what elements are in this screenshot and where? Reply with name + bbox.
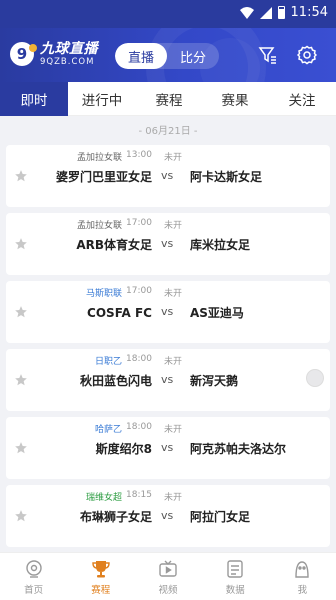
date-label: - 06月21日 - xyxy=(138,126,198,137)
tab-in-progress[interactable]: 进行中 xyxy=(68,82,136,116)
home-team: 婆罗门巴里亚女足 xyxy=(56,169,153,184)
nav-profile-label: 我 xyxy=(297,585,308,596)
battery-icon xyxy=(277,6,285,19)
status-time: 11:54 xyxy=(290,5,328,20)
nav-video[interactable]: 视频 xyxy=(134,553,201,600)
nav-home-label: 首页 xyxy=(24,585,44,596)
segment-score[interactable]: 比分 xyxy=(167,43,219,69)
tab-live[interactable]: 即时 xyxy=(0,82,68,116)
star-icon[interactable] xyxy=(14,373,28,387)
gear-icon[interactable] xyxy=(297,45,317,65)
match-card[interactable]: 孟加拉女联 17:00 未开 ARB体育女足 vs 库米拉女足 xyxy=(6,213,330,275)
nav-video-label: 视频 xyxy=(158,585,178,596)
vs-label: vs xyxy=(161,237,174,250)
vs-label: vs xyxy=(161,305,174,318)
home-icon xyxy=(25,560,42,578)
away-team: 库米拉女足 xyxy=(190,237,251,252)
star-icon[interactable] xyxy=(14,441,28,455)
match-status: 未开 xyxy=(164,493,183,503)
nav-schedule[interactable]: 赛程 xyxy=(67,553,134,600)
match-time: 18:15 xyxy=(126,490,152,500)
home-team: 斯度绍尔8 xyxy=(95,441,152,456)
match-time: 17:00 xyxy=(126,286,152,296)
vs-label: vs xyxy=(161,509,174,522)
profile-icon xyxy=(295,561,310,578)
filter-icon[interactable] xyxy=(258,45,278,65)
app-header: 9 九球直播 9QZB.COM 直播 比分 xyxy=(0,28,336,82)
logo-badge: 9 xyxy=(10,42,37,67)
match-card[interactable]: 孟加拉女联 13:00 未开 婆罗门巴里亚女足 vs 阿卡达斯女足 xyxy=(6,145,330,207)
match-card[interactable]: 日职乙 18:00 未开 秋田蓝色闪电 vs 新泻天鹅 xyxy=(6,349,330,411)
tab-following[interactable]: 关注 xyxy=(268,82,336,116)
match-tabs: 即时 进行中 赛程 赛果 关注 xyxy=(0,82,336,116)
star-icon[interactable] xyxy=(14,305,28,319)
trophy-icon xyxy=(92,561,110,578)
app-logo: 9 九球直播 9QZB.COM xyxy=(10,42,98,67)
status-bar: 11:54 xyxy=(0,0,336,28)
match-status: 未开 xyxy=(164,221,183,231)
anchor-avatar[interactable] xyxy=(306,369,324,387)
match-time: 18:00 xyxy=(126,422,152,432)
video-icon xyxy=(159,560,177,577)
away-team: 阿克苏帕夫洛达尔 xyxy=(190,441,287,456)
match-status: 未开 xyxy=(164,289,183,299)
away-team: 新泻天鹅 xyxy=(190,373,239,388)
match-status: 未开 xyxy=(164,153,183,163)
live-score-switch: 直播 比分 xyxy=(115,43,219,69)
tab-results[interactable]: 赛果 xyxy=(202,82,268,116)
match-status: 未开 xyxy=(164,425,183,435)
signal-icon xyxy=(259,6,272,19)
nav-profile[interactable]: 我 xyxy=(269,553,336,600)
match-status: 未开 xyxy=(164,357,183,367)
vs-label: vs xyxy=(161,373,174,386)
vs-label: vs xyxy=(161,169,174,182)
data-icon xyxy=(227,560,243,578)
match-time: 17:00 xyxy=(126,218,152,228)
match-time: 18:00 xyxy=(126,354,152,364)
segment-live[interactable]: 直播 xyxy=(115,43,167,69)
match-time: 13:00 xyxy=(126,150,152,160)
logo-title: 九球直播 xyxy=(40,41,98,57)
home-team: ARB体育女足 xyxy=(76,237,152,252)
away-team: AS亚迪马 xyxy=(190,305,244,320)
home-team: 布琳狮子女足 xyxy=(79,509,152,524)
home-team: COSFA FC xyxy=(87,305,152,320)
nav-home[interactable]: 首页 xyxy=(0,553,67,600)
logo-subtitle: 9QZB.COM xyxy=(40,57,95,67)
nav-data-label: 数据 xyxy=(225,585,245,596)
vs-label: vs xyxy=(161,441,174,454)
match-card[interactable]: 瑞维女超 18:15 未开 布琳狮子女足 vs 阿拉门女足 xyxy=(6,485,330,547)
match-card[interactable]: 马斯职联 17:00 未开 COSFA FC vs AS亚迪马 xyxy=(6,281,330,343)
bottom-nav: 首页 赛程 视频 数据 我 xyxy=(0,552,336,600)
star-icon[interactable] xyxy=(14,237,28,251)
away-team: 阿拉门女足 xyxy=(190,509,251,524)
home-team: 秋田蓝色闪电 xyxy=(79,373,152,388)
wifi-icon xyxy=(239,6,254,19)
star-icon[interactable] xyxy=(14,169,28,183)
away-team: 阿卡达斯女足 xyxy=(190,169,263,184)
nav-data[interactable]: 数据 xyxy=(202,553,269,600)
star-icon[interactable] xyxy=(14,509,28,523)
nav-schedule-label: 赛程 xyxy=(91,585,111,596)
tab-schedule[interactable]: 赛程 xyxy=(136,82,202,116)
match-card[interactable]: 哈萨乙 18:00 未开 斯度绍尔8 vs 阿克苏帕夫洛达尔 xyxy=(6,417,330,479)
